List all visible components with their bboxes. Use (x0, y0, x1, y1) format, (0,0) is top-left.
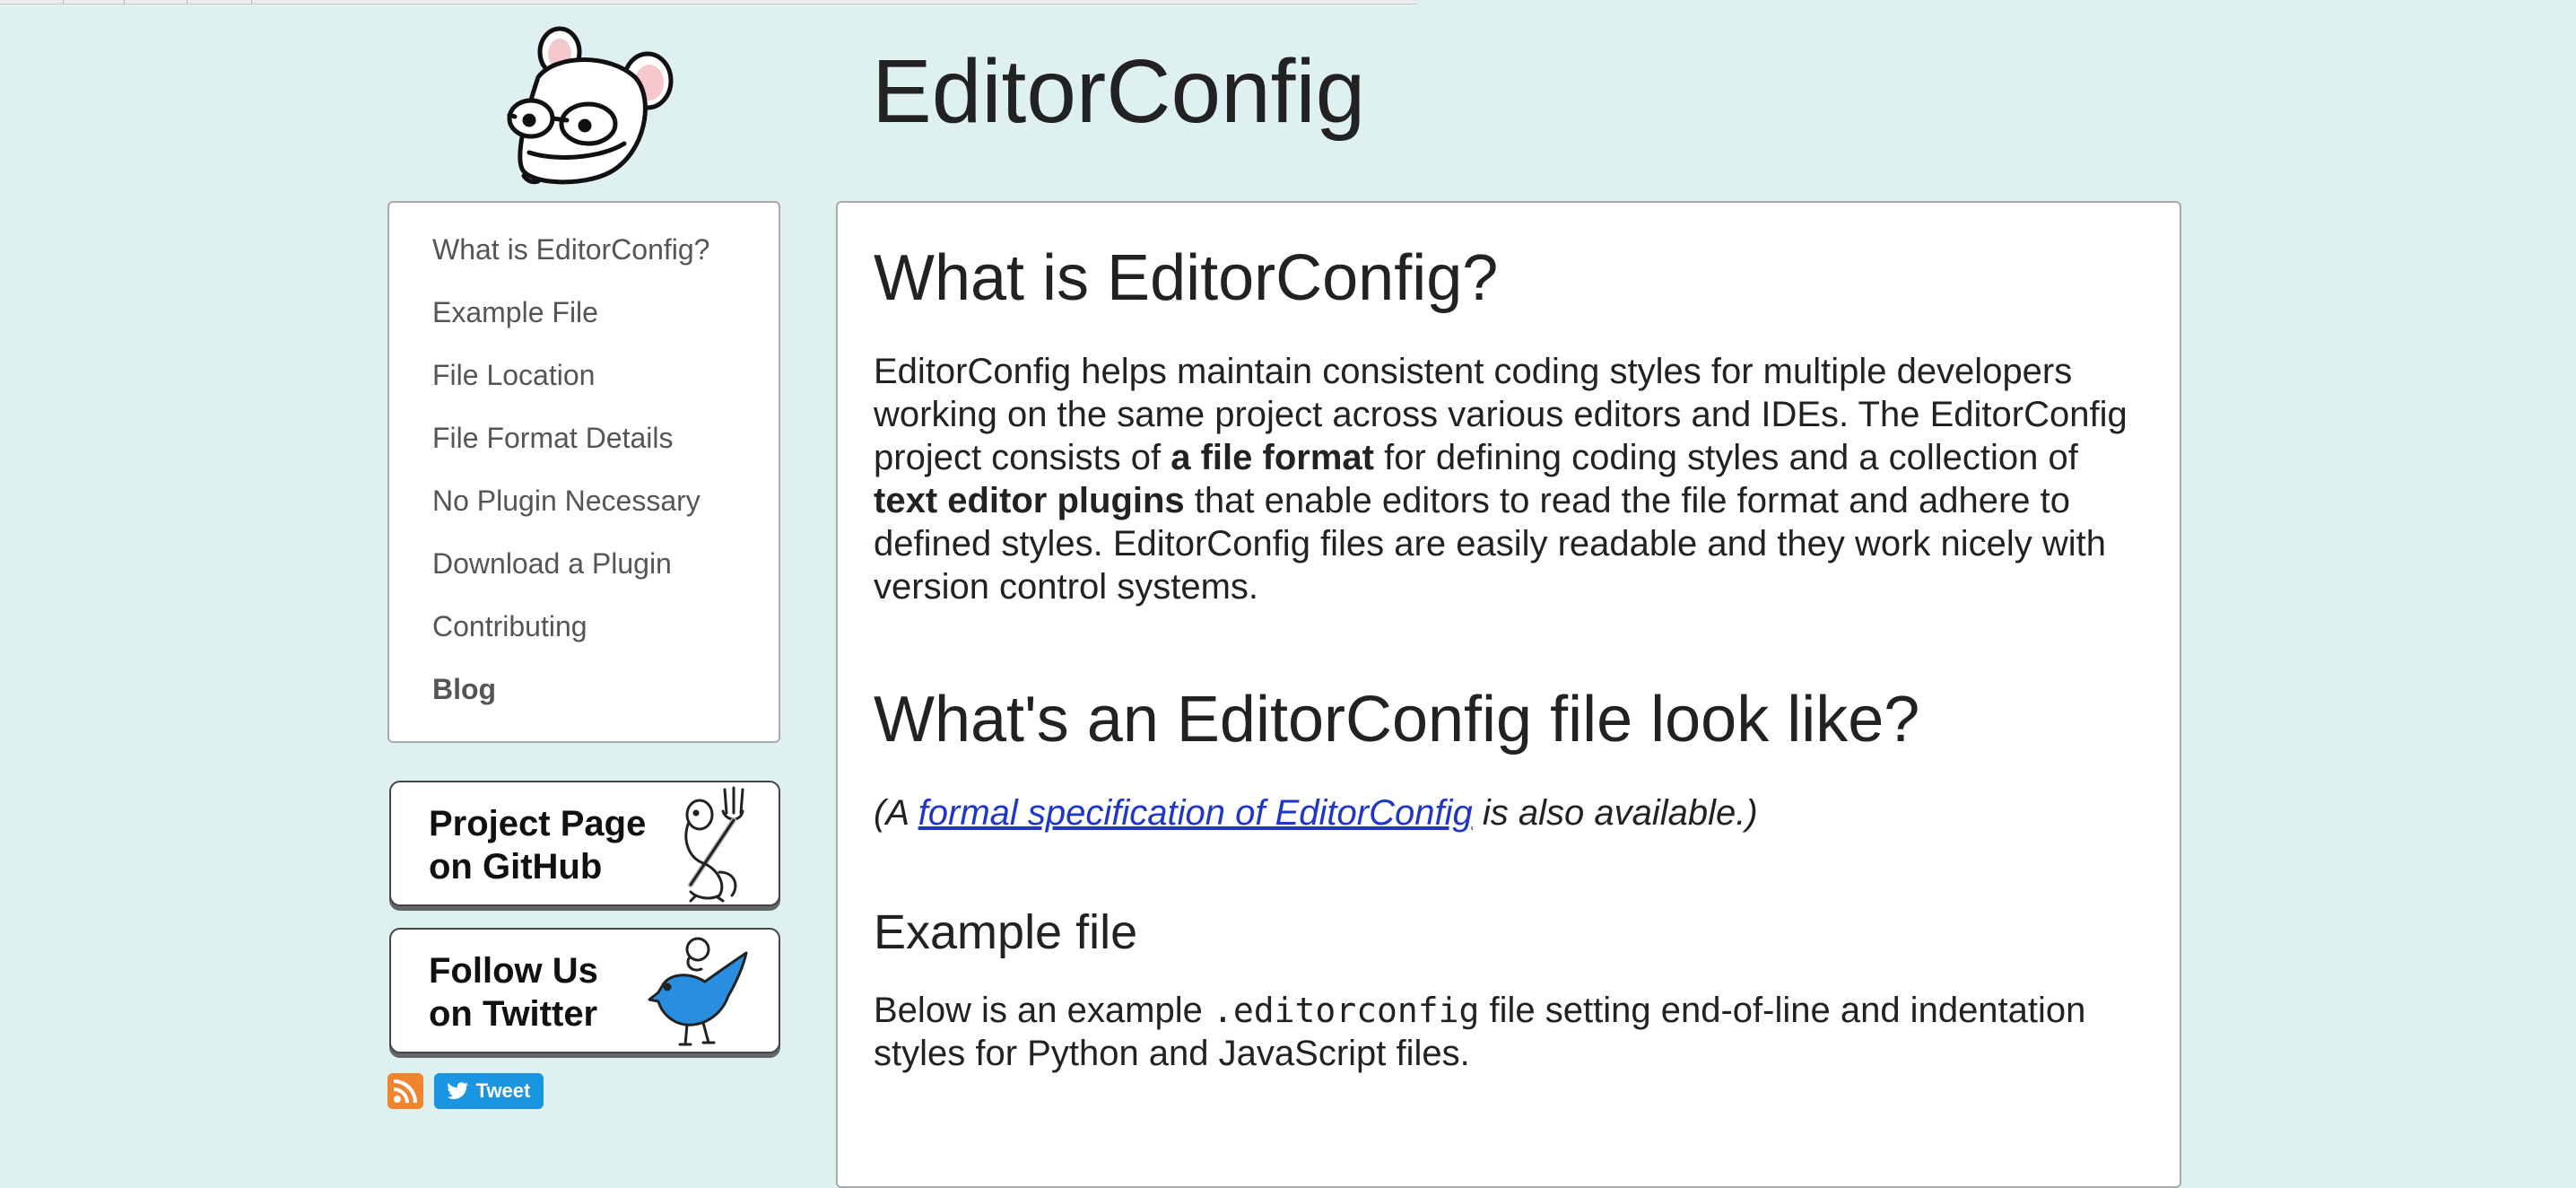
sidebar-nav: What is EditorConfig? Example File File … (387, 201, 780, 743)
rss-feed-button[interactable] (387, 1073, 423, 1109)
browser-tab-strip (0, 0, 1417, 4)
editorconfig-filename: .editorconfig (1212, 991, 1480, 1030)
sidebar-item-download-plugin[interactable]: Download a Plugin (432, 549, 779, 612)
formal-spec-link[interactable]: formal specification of EditorConfig (918, 793, 1473, 833)
example-paragraph: Below is an example .editorconfig file s… (874, 991, 2086, 1073)
heading-example-file: Example file (874, 905, 1138, 959)
github-badge-label: Project Page on GitHub (429, 804, 647, 887)
github-project-button[interactable]: Project Page on GitHub (389, 781, 780, 906)
sidebar-item-file-location[interactable]: File Location (432, 361, 779, 424)
twitter-bird-icon (447, 1082, 468, 1099)
tweet-label: Tweet (475, 1079, 531, 1102)
intro-paragraph: EditorConfig helps maintain consistent c… (874, 352, 2128, 607)
main-content: What is EditorConfig? EditorConfig helps… (836, 201, 2181, 1188)
heading-file-look: What's an EditorConfig file look like? (874, 684, 1920, 756)
twitter-follow-button[interactable]: Follow Us on Twitter (389, 928, 780, 1053)
tweet-button[interactable]: Tweet (434, 1073, 544, 1109)
sidebar-item-what-is[interactable]: What is EditorConfig? (432, 235, 779, 298)
twitter-badge-label: Follow Us on Twitter (429, 951, 598, 1034)
mouse-fork-icon (684, 786, 744, 903)
mouse-logo-icon[interactable] (502, 18, 682, 187)
sidebar-item-example-file[interactable]: Example File (432, 298, 779, 361)
sidebar-item-blog[interactable]: Blog (432, 675, 779, 738)
bird-mouse-icon (648, 937, 748, 1046)
sidebar-item-no-plugin-necessary[interactable]: No Plugin Necessary (432, 486, 779, 549)
sidebar-item-contributing[interactable]: Contributing (432, 612, 779, 675)
spec-note: (A formal specification of EditorConfig … (874, 793, 1758, 833)
site-title: EditorConfig (872, 41, 1366, 142)
rss-icon (393, 1079, 417, 1104)
sidebar-item-file-format-details[interactable]: File Format Details (432, 424, 779, 486)
heading-what-is: What is EditorConfig? (874, 242, 1499, 314)
